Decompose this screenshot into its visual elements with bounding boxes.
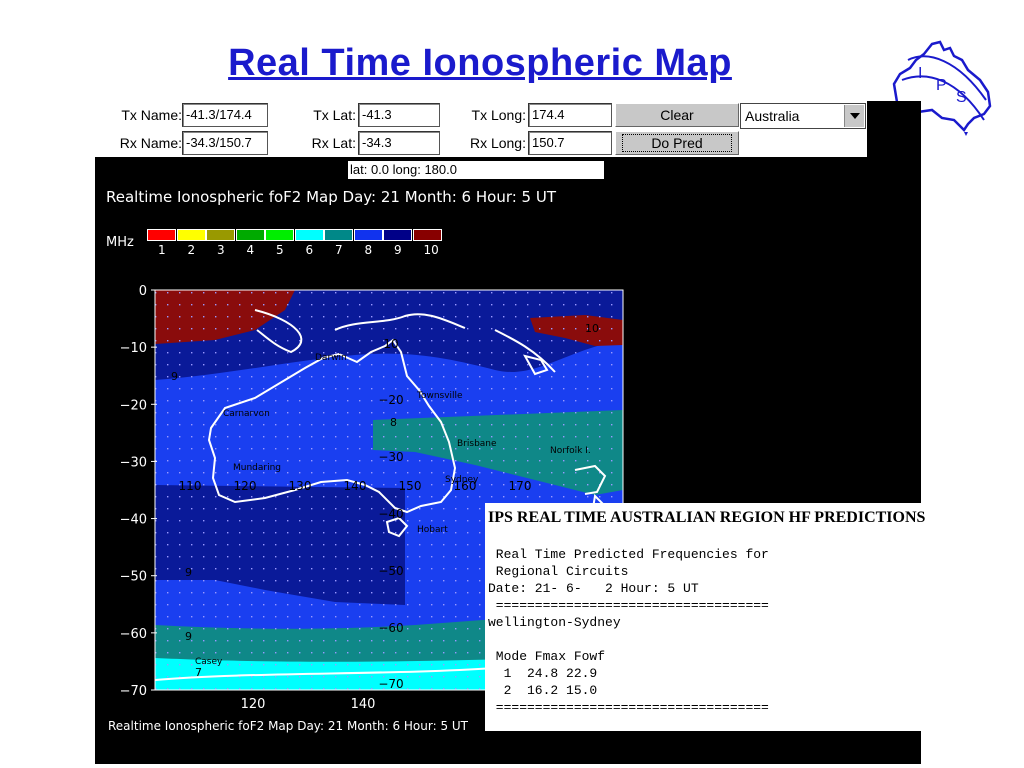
prediction-line: Date: 21- 6- 2 Hour: 5 UT <box>488 581 699 596</box>
contour-label: 8 <box>390 416 397 429</box>
prediction-line: 1 24.8 22.9 <box>488 666 598 681</box>
legend-swatch <box>265 229 294 241</box>
place-label: Norfolk I. <box>550 446 591 456</box>
inner-latitude-label: −50 <box>378 564 403 578</box>
place-label: Townsville <box>416 391 463 401</box>
legend-label: 10 <box>423 243 439 257</box>
y-tick-label: −40 <box>120 513 147 528</box>
clear-button-label: Clear <box>660 107 694 123</box>
do-pred-button[interactable]: Do Pred <box>615 131 739 155</box>
prediction-line: 2 16.2 15.0 <box>488 683 598 698</box>
x-tick-label: 140 <box>351 697 376 710</box>
place-label: Mundaring <box>233 463 281 473</box>
inner-longitude-label: 150 <box>399 479 422 493</box>
legend-swatch <box>147 229 176 241</box>
y-tick-label: −50 <box>120 570 147 585</box>
inner-longitude-label: 140 <box>344 479 367 493</box>
logo-letter-i: I <box>918 65 922 82</box>
contour-label: 9 <box>171 370 178 383</box>
place-label: Carnarvon <box>223 409 270 419</box>
legend-swatch <box>353 229 383 241</box>
logo-letter-s: S <box>956 89 967 106</box>
inner-latitude-label: −30 <box>378 450 403 464</box>
tx-lat-label: Tx Lat: <box>313 107 356 123</box>
legend-label: 6 <box>305 243 314 257</box>
place-label: Hobart <box>417 525 448 535</box>
inner-longitude-label: 110 <box>179 479 202 493</box>
inner-latitude-label: −40 <box>378 507 403 521</box>
inner-latitude-label: −60 <box>378 621 403 635</box>
legend-label: 9 <box>394 243 402 257</box>
legend-label: 2 <box>187 243 196 257</box>
contour-label: 7 <box>195 666 202 679</box>
legend-swatch <box>324 229 353 241</box>
tx-lat-field[interactable]: -41.3 <box>358 103 440 127</box>
inner-longitude-label: 170 <box>509 479 532 493</box>
y-tick-label: −20 <box>120 398 147 413</box>
legend-swatch <box>235 229 265 241</box>
legend-label: 3 <box>217 243 225 257</box>
do-pred-button-label: Do Pred <box>622 134 732 152</box>
place-label: Darwin <box>315 353 347 363</box>
logo-letter-p: P <box>936 77 947 94</box>
place-label: Brisbane <box>457 439 497 449</box>
y-axis: 0 −10 −20 −30 −40 −50 −60 −70 <box>120 284 157 699</box>
legend-swatch <box>412 229 442 241</box>
map-footer: Realtime Ionospheric foF2 Map Day: 21 Mo… <box>108 719 469 733</box>
chevron-down-icon[interactable] <box>844 105 864 127</box>
legend-label: 4 <box>246 243 255 257</box>
y-tick-label: 0 <box>139 284 147 299</box>
x-axis: 120 140 <box>241 697 376 710</box>
inner-latitude-label: −70 <box>378 677 403 691</box>
contour-label: 9 <box>185 566 192 579</box>
legend-label: 1 <box>158 243 166 257</box>
contour-label: 9 <box>185 630 192 643</box>
prediction-line: wellington-Sydney <box>488 615 621 630</box>
page-title[interactable]: Real Time Ionospheric Map <box>0 42 960 85</box>
rx-name-field[interactable]: -34.3/150.7 <box>182 131 268 155</box>
prediction-line: Mode Fmax Fowf <box>488 649 606 664</box>
prediction-line: =================================== <box>488 598 769 613</box>
tx-name-field[interactable]: -41.3/174.4 <box>182 103 268 127</box>
inner-longitude-label: 160 <box>454 479 477 493</box>
rx-name-label: Rx Name: <box>119 135 182 151</box>
tx-long-field[interactable]: 174.4 <box>528 103 612 127</box>
y-tick-label: −10 <box>120 341 147 356</box>
y-tick-label: −30 <box>120 455 147 470</box>
rx-long-label: Rx Long: <box>469 135 526 151</box>
x-tick-label: 120 <box>241 697 266 710</box>
rx-long-field[interactable]: 150.7 <box>528 131 612 155</box>
y-tick-label: −70 <box>120 684 147 699</box>
map-header: Realtime Ionospheric foF2 Map Day: 21 Mo… <box>106 188 557 206</box>
tx-long-label: Tx Long: <box>471 107 526 123</box>
legend-swatch <box>206 229 235 241</box>
region-select-value: Australia <box>745 108 800 124</box>
legend-label: 8 <box>364 243 373 257</box>
legend-swatch <box>294 229 324 241</box>
prediction-line: Real Time Predicted Frequencies for <box>488 547 769 562</box>
legend-unit: MHz <box>106 235 134 250</box>
legend-label: 7 <box>335 243 343 257</box>
predictions-title: IPS REAL TIME AUSTRALIAN REGION HF PREDI… <box>488 509 926 526</box>
prediction-line: Regional Circuits <box>488 564 629 579</box>
prediction-line: =================================== <box>488 700 769 715</box>
coordinate-readout: lat: 0.0 long: 180.0 <box>348 161 604 179</box>
legend-swatch <box>176 229 206 241</box>
rx-lat-field[interactable]: -34.3 <box>358 131 440 155</box>
clear-button[interactable]: Clear <box>615 103 739 127</box>
legend-swatch <box>383 229 412 241</box>
inner-latitude-label: −20 <box>378 393 403 407</box>
y-tick-label: −60 <box>120 627 147 642</box>
tx-name-label: Tx Name: <box>121 107 182 123</box>
inner-longitude-label: 130 <box>289 479 312 493</box>
rx-lat-label: Rx Lat: <box>311 135 356 151</box>
contour-label: 10 <box>585 322 599 335</box>
legend-label: 5 <box>276 243 284 257</box>
inner-latitude-label: 10 <box>383 337 398 351</box>
predictions-panel: IPS REAL TIME AUSTRALIAN REGION HF PREDI… <box>485 503 925 731</box>
inner-longitude-label: 120 <box>234 479 257 493</box>
region-select[interactable]: Australia <box>740 103 866 129</box>
